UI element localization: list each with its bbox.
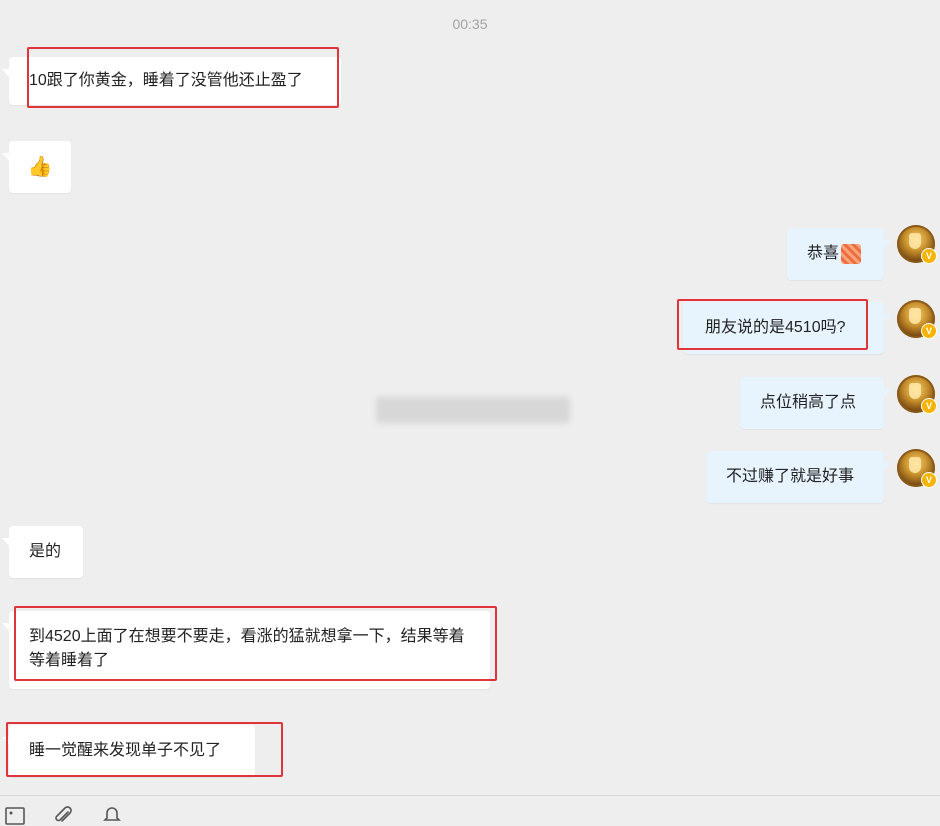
- verified-badge: V: [921, 472, 937, 488]
- incoming-message[interactable]: 👍: [2, 141, 71, 193]
- avatar[interactable]: V: [897, 375, 937, 414]
- message-text: 朋友说的是4510吗?: [705, 319, 846, 336]
- trophy-avatar-icon: [909, 233, 921, 249]
- thumbs-up-emoji-icon: 👍: [27, 156, 53, 178]
- verified-badge: V: [921, 248, 937, 264]
- message-text: 不过赚了就是好事: [726, 468, 855, 485]
- outgoing-message[interactable]: 恭喜: [787, 228, 891, 280]
- trophy-avatar-icon: [909, 457, 921, 473]
- chat-area: 00:35 10跟了你黄金，睡着了没管他还止盈了 👍 恭喜 V 朋友说的是451…: [0, 0, 940, 795]
- verified-badge: V: [921, 398, 937, 414]
- message-text: 是的: [29, 543, 62, 560]
- bell-icon[interactable]: [102, 806, 122, 826]
- zan-sticker-icon: [841, 244, 862, 264]
- trophy-avatar-icon: [909, 308, 921, 324]
- verified-badge: V: [921, 323, 937, 339]
- blurred-content: [376, 397, 570, 423]
- avatar[interactable]: V: [897, 300, 937, 339]
- trophy-avatar-icon: [909, 383, 921, 399]
- paperclip-icon[interactable]: [53, 806, 73, 826]
- message-text: 10跟了你黄金，睡着了没管他还止盈了: [29, 72, 303, 89]
- outgoing-message[interactable]: 点位稍高了点: [740, 377, 891, 429]
- message-text: 睡一觉醒来发现单子不见了: [29, 742, 222, 759]
- incoming-message[interactable]: 10跟了你黄金，睡着了没管他还止盈了: [2, 57, 341, 105]
- outgoing-message[interactable]: 不过赚了就是好事: [706, 451, 891, 503]
- avatar[interactable]: V: [897, 449, 937, 488]
- image-icon[interactable]: [5, 806, 25, 826]
- incoming-message[interactable]: 睡一觉醒来发现单子不见了: [2, 725, 255, 777]
- incoming-message[interactable]: 到4520上面了在想要不要走，看涨的猛就想拿一下，结果等着等着睡着了: [2, 611, 490, 689]
- input-toolbar: [0, 795, 940, 825]
- message-timestamp: 00:35: [452, 16, 488, 32]
- message-text: 点位稍高了点: [760, 394, 857, 411]
- outgoing-message[interactable]: 朋友说的是4510吗?: [683, 302, 891, 354]
- avatar[interactable]: V: [897, 225, 937, 264]
- incoming-message[interactable]: 是的: [2, 526, 83, 578]
- message-text: 到4520上面了在想要不要走，看涨的猛就想拿一下，结果等着等着睡着了: [29, 628, 465, 669]
- message-text: 恭喜: [807, 245, 840, 262]
